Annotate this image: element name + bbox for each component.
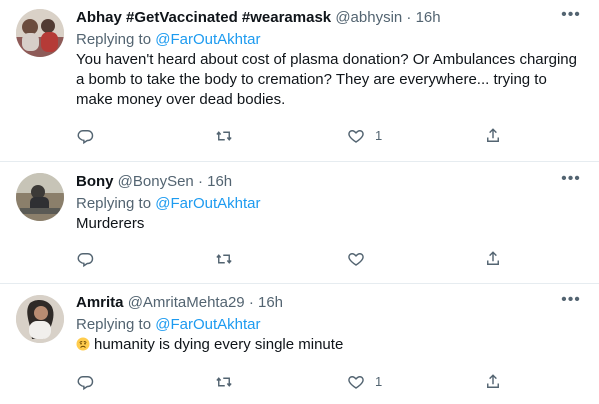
like-count: 1 — [375, 128, 383, 143]
tweet[interactable]: Bony @BonySen · 16h ••• Replying to @Far… — [0, 163, 599, 284]
like-icon — [347, 373, 365, 391]
replying-label: Replying to — [76, 195, 156, 212]
share-icon — [484, 127, 502, 145]
reply-button[interactable] — [76, 126, 94, 146]
tweet-text: You haven't heard about cost of plasma d… — [76, 51, 577, 108]
share-button[interactable] — [484, 126, 502, 146]
more-options-button[interactable]: ••• — [559, 7, 583, 28]
tweet[interactable]: Abhay #GetVaccinated #wearamask @abhysin… — [0, 0, 599, 162]
replying-to: Replying to @FarOutAkhtar — [76, 194, 583, 214]
reply-button[interactable] — [76, 249, 94, 269]
replying-label: Replying to — [76, 316, 156, 333]
tweet-actions: 1 — [76, 372, 506, 392]
avatar[interactable] — [16, 295, 64, 343]
retweet-icon — [215, 250, 233, 268]
tweet[interactable]: Amrita @AmritaMehta29 · 16h ••• Replying… — [0, 285, 599, 404]
share-icon — [484, 373, 502, 391]
disappointed-face-emoji — [76, 337, 90, 351]
share-button[interactable] — [484, 249, 502, 269]
tweet-actions — [76, 249, 506, 269]
retweet-button[interactable] — [215, 372, 233, 392]
timestamp[interactable]: 16h — [258, 294, 283, 311]
separator-dot: · — [197, 173, 203, 190]
replying-label: Replying to — [76, 31, 156, 48]
like-button[interactable]: 1 — [347, 372, 382, 392]
separator-dot: · — [406, 9, 412, 26]
timestamp[interactable]: 16h — [207, 173, 232, 190]
display-name[interactable]: Bony — [76, 173, 114, 190]
retweet-icon — [215, 373, 233, 391]
avatar[interactable] — [16, 173, 64, 221]
replying-to: Replying to @FarOutAkhtar — [76, 315, 583, 335]
like-icon — [347, 127, 365, 145]
mention-link[interactable]: @FarOutAkhtar — [155, 316, 260, 333]
share-icon — [484, 250, 502, 268]
user-handle[interactable]: @BonySen — [118, 173, 194, 190]
replying-to: Replying to @FarOutAkhtar — [76, 30, 583, 50]
tweet-actions: 1 — [76, 126, 506, 146]
like-button[interactable]: 1 — [347, 126, 382, 146]
more-options-button[interactable]: ••• — [559, 171, 583, 192]
tweet-text-content: humanity is dying every single minute — [94, 336, 344, 353]
reply-icon — [76, 373, 94, 391]
display-name[interactable]: Abhay #GetVaccinated #wearamask — [76, 9, 331, 26]
mention-link[interactable]: @FarOutAkhtar — [155, 195, 260, 212]
like-icon — [347, 250, 365, 268]
tweet-header: Amrita @AmritaMehta29 · 16h — [76, 293, 583, 313]
like-button[interactable] — [347, 249, 365, 269]
tweet-header: Bony @BonySen · 16h — [76, 172, 583, 192]
tweet-text: Murderers — [76, 215, 145, 232]
avatar[interactable] — [16, 9, 64, 57]
mention-link[interactable]: @FarOutAkhtar — [155, 31, 260, 48]
user-handle[interactable]: @abhysin — [335, 9, 402, 26]
more-options-button[interactable]: ••• — [559, 292, 583, 313]
reply-icon — [76, 250, 94, 268]
user-handle[interactable]: @AmritaMehta29 — [128, 294, 245, 311]
reply-icon — [76, 127, 94, 145]
separator-dot: · — [248, 294, 254, 311]
retweet-button[interactable] — [215, 126, 233, 146]
reply-button[interactable] — [76, 372, 94, 392]
retweet-icon — [215, 127, 233, 145]
display-name[interactable]: Amrita — [76, 294, 124, 311]
like-count: 1 — [375, 374, 383, 389]
retweet-button[interactable] — [215, 249, 233, 269]
timestamp[interactable]: 16h — [416, 9, 441, 26]
tweet-text: humanity is dying every single minute — [76, 335, 583, 355]
share-button[interactable] — [484, 372, 502, 392]
tweet-header: Abhay #GetVaccinated #wearamask @abhysin… — [76, 8, 583, 28]
